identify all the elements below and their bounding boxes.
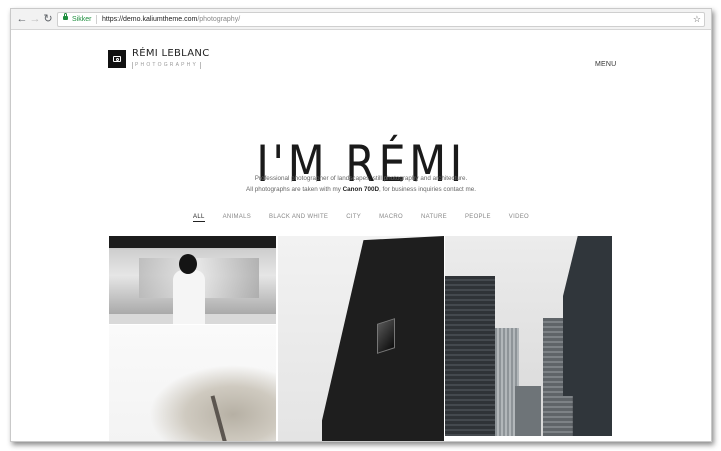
intro-line-2-end: , for business inquiries contact me. [379,186,476,193]
arrow-right-icon: → [29,13,41,25]
reload-icon: ↻ [43,13,53,25]
portfolio-filters: ALL ANIMALS BLACK AND WHITE CITY MACRO NATURE… [11,214,711,222]
photo-city-skyscrapers[interactable] [445,236,612,436]
star-icon[interactable]: ☆ [693,13,701,26]
browser-window: ← → ↻ Sikker https://demo.kaliumtheme.co… [10,8,712,442]
photo-subway-woman[interactable] [109,236,276,324]
filter-city[interactable]: CITY [346,214,361,221]
lock-icon [63,13,68,20]
camera-model: Canon 700D [342,186,380,193]
url-text[interactable]: https://demo.kaliumtheme.com/photography… [102,13,240,26]
arrow-left-icon: ← [16,13,28,25]
filter-animals[interactable]: ANIMALS [223,214,251,221]
address-separator [96,15,97,24]
intro-text: Professional photographer of landscapes,… [11,173,711,195]
url-path: /photography/ [197,16,241,23]
brand-name[interactable]: RÉMI LEBLANC [132,48,209,59]
filter-people[interactable]: PEOPLE [465,214,491,221]
address-bar[interactable]: Sikker https://demo.kaliumtheme.com/phot… [57,12,705,27]
browser-toolbar: ← → ↻ Sikker https://demo.kaliumtheme.co… [11,9,711,30]
filter-black-and-white[interactable]: BLACK AND WHITE [269,214,328,221]
forward-button[interactable]: → [29,12,41,26]
intro-line-2: All photographs are taken with my Canon … [11,184,711,195]
intro-line-2-start: All photographs are taken with my [246,186,341,193]
website: RÉMI LEBLANC PHOTOGRAPHY MENU I'M RÉMI P… [11,30,711,441]
photo-black-building-sign[interactable] [278,236,444,441]
photo-frosted-tree[interactable] [109,325,276,441]
filter-video[interactable]: VIDEO [509,214,529,221]
back-button[interactable]: ← [16,12,28,26]
filter-nature[interactable]: NATURE [421,214,447,221]
filter-macro[interactable]: MACRO [379,214,403,221]
menu-button[interactable]: MENU [595,61,616,68]
intro-line-1: Professional photographer of landscapes,… [254,175,468,182]
secure-label: Sikker [72,16,92,23]
reload-button[interactable]: ↻ [42,12,54,26]
camera-logo-icon[interactable] [108,50,126,68]
filter-all[interactable]: ALL [193,214,205,222]
url-host: https://demo.kaliumtheme.com [102,16,198,23]
brand-tagline: PHOTOGRAPHY [132,62,202,69]
